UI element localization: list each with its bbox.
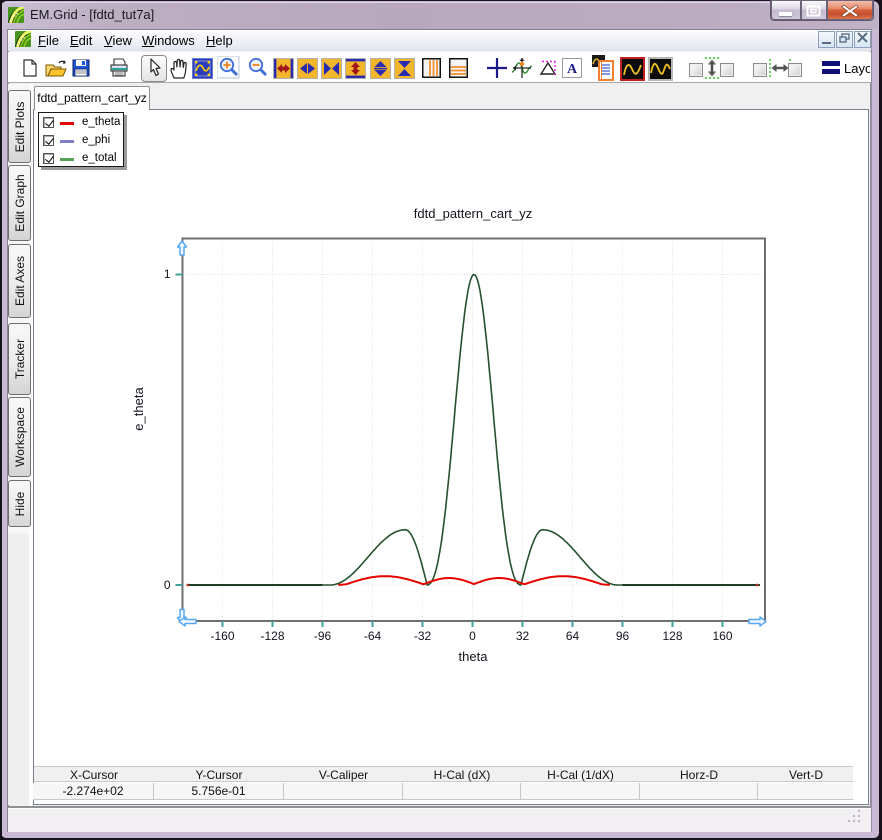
svg-text:-64: -64 [364, 629, 382, 643]
svg-text:32: 32 [516, 629, 530, 643]
svg-text:-96: -96 [314, 629, 332, 643]
svg-text:96: 96 [616, 629, 630, 643]
svg-text:0: 0 [164, 578, 171, 592]
svg-text:theta: theta [459, 649, 489, 664]
svg-text:0: 0 [469, 629, 476, 643]
svg-text:160: 160 [712, 629, 732, 643]
svg-text:-160: -160 [210, 629, 234, 643]
svg-text:64: 64 [566, 629, 580, 643]
svg-text:-128: -128 [260, 629, 284, 643]
svg-text:fdtd_pattern_cart_yz: fdtd_pattern_cart_yz [414, 206, 533, 221]
svg-text:1: 1 [164, 267, 171, 281]
svg-text:128: 128 [662, 629, 682, 643]
svg-text:-32: -32 [414, 629, 432, 643]
svg-text:e_theta: e_theta [131, 387, 146, 431]
